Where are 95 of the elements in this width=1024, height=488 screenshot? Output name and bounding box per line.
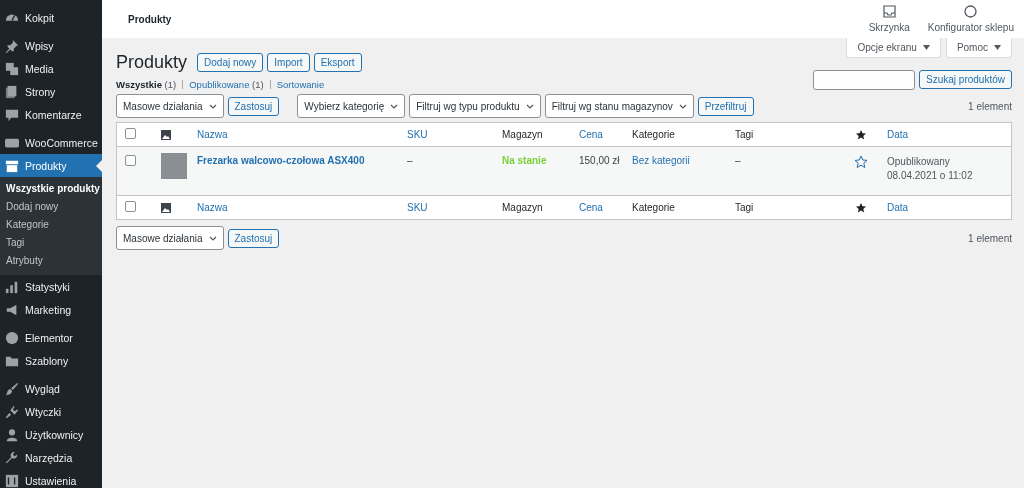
filter-dropdown[interactable]: Wybierz kategorię [297,94,406,118]
pages-icon [5,84,19,99]
column-header[interactable]: SKU [407,202,428,213]
speech-bubble-icon [5,107,19,122]
sidebar-item[interactable]: Produkty [0,154,102,177]
image-icon [161,202,171,213]
sku-cell: – [407,155,413,166]
sidebar-item[interactable]: Ustawienia [0,469,102,488]
chevron-down-icon [678,103,687,109]
image-icon [161,129,171,140]
sidebar-item[interactable]: Elementor [0,326,102,349]
chevron-down-icon [525,103,534,109]
page-header-title: Produkty [128,13,173,25]
page-action-button[interactable]: Dodaj nowy [197,53,264,72]
wrench-icon [5,450,19,465]
column-header: Kategorie [632,129,675,140]
submenu-item[interactable]: Kategorie [0,216,102,234]
sidebar-item[interactable]: Marketing [0,298,102,321]
item-count: 1 element [968,100,1012,112]
submenu-item[interactable]: Dodaj nowy [0,198,102,216]
view-filter-link[interactable]: Sortowanie [276,79,325,90]
chevron-down-icon [208,235,217,241]
submenu-item[interactable]: Atrybuty [0,252,102,270]
pin-icon [5,38,19,53]
bar-chart-icon [5,279,19,294]
filter-button[interactable]: Przefiltruj [697,96,754,116]
column-header: Tagi [735,129,754,140]
column-header[interactable]: SKU [407,129,428,140]
price-cell: 150,00 zł [579,155,620,166]
category-link[interactable]: Bez kategorii [632,155,690,166]
column-header: Magazyn [502,202,543,213]
column-header[interactable]: Cena [579,129,603,140]
screen-tab-button[interactable]: Pomoc [945,38,1012,58]
view-filter-link[interactable]: Opublikowane (1) [189,79,264,90]
publish-date: 08.04.2021 o 11:02 [887,170,973,181]
column-header[interactable]: Nazwa [197,202,228,213]
sidebar-item[interactable]: Strony [0,80,102,103]
stock-status: Na stanie [502,155,547,166]
megaphone-icon [5,302,19,317]
sidebar-item[interactable]: Szablony [0,349,102,372]
caret-icon [922,45,930,50]
publish-status: Opublikowany [887,156,950,167]
filter-dropdown[interactable]: Filtruj wg stanu magazynov [544,94,694,118]
column-header: Kategorie [632,202,675,213]
screen-tab-button[interactable]: Opcje ekranu [846,38,941,58]
sidebar-item[interactable]: Wpisy [0,34,102,57]
inbox-icon [882,5,896,18]
column-header: Magazyn [502,129,543,140]
column-header[interactable]: Data [887,129,909,140]
media-icon [5,61,19,76]
item-count: 1 element [968,232,1012,244]
search-field[interactable] [813,70,916,90]
archive-icon [5,158,19,173]
chevron-down-icon [208,103,217,109]
select-all-checkbox[interactable] [125,201,136,212]
user-icon [5,427,19,442]
tags-cell: – [735,155,741,166]
sidebar-item[interactable]: Użytkownicy [0,423,102,446]
search-button[interactable]: Szukaj produktów [919,70,1012,89]
column-header[interactable]: Nazwa [197,129,228,140]
apply-button[interactable]: Zastosuj [227,228,280,248]
brush-icon [5,381,19,396]
column-header[interactable]: Data [887,202,909,213]
star-icon[interactable] [855,202,866,213]
caret-icon [994,45,1001,50]
column-header: Tagi [735,202,754,213]
sidebar-item[interactable]: WooCommerce [0,131,102,154]
filter-dropdown[interactable]: Filtruj wg typu produktu [409,94,541,118]
select-all-checkbox[interactable] [125,128,136,139]
apply-button[interactable]: Zastosuj [227,96,280,116]
column-header[interactable]: Cena [579,202,603,213]
page-action-button[interactable]: Eksport [313,53,362,72]
sidebar-item[interactable]: Media [0,57,102,80]
bulk-actions-dropdown[interactable]: Masowe działania [116,94,224,118]
header-action-label[interactable]: Skrzynka [868,22,910,33]
star-icon[interactable] [853,155,868,169]
chevron-down-icon [390,103,399,109]
product-name-link[interactable]: Frezarka walcowo-czołowa ASX400 [197,155,365,166]
sidebar-item[interactable]: Wtyczki [0,400,102,423]
page-title: Produkty [116,52,188,73]
header-action-label[interactable]: Konfigurator sklepu [927,22,1014,33]
star-icon[interactable] [855,129,866,140]
circle-icon [964,5,978,18]
row-checkbox[interactable] [125,155,136,166]
submenu-item[interactable]: Wszystkie produkty [0,180,102,198]
sidebar-item[interactable]: Narzędzia [0,446,102,469]
submenu-item[interactable]: Tagi [0,234,102,252]
sidebar-item[interactable]: Kokpit [0,6,102,29]
page-action-button[interactable]: Import [267,53,310,72]
sidebar-item[interactable]: Komentarze [0,103,102,126]
product-thumbnail [161,153,187,179]
sidebar-item[interactable]: Statystyki [0,275,102,298]
sidebar-item[interactable]: Wygląd [0,377,102,400]
view-filter-link[interactable]: Wszystkie (1) [116,79,177,90]
bulk-actions-dropdown[interactable]: Masowe działania [116,226,224,250]
